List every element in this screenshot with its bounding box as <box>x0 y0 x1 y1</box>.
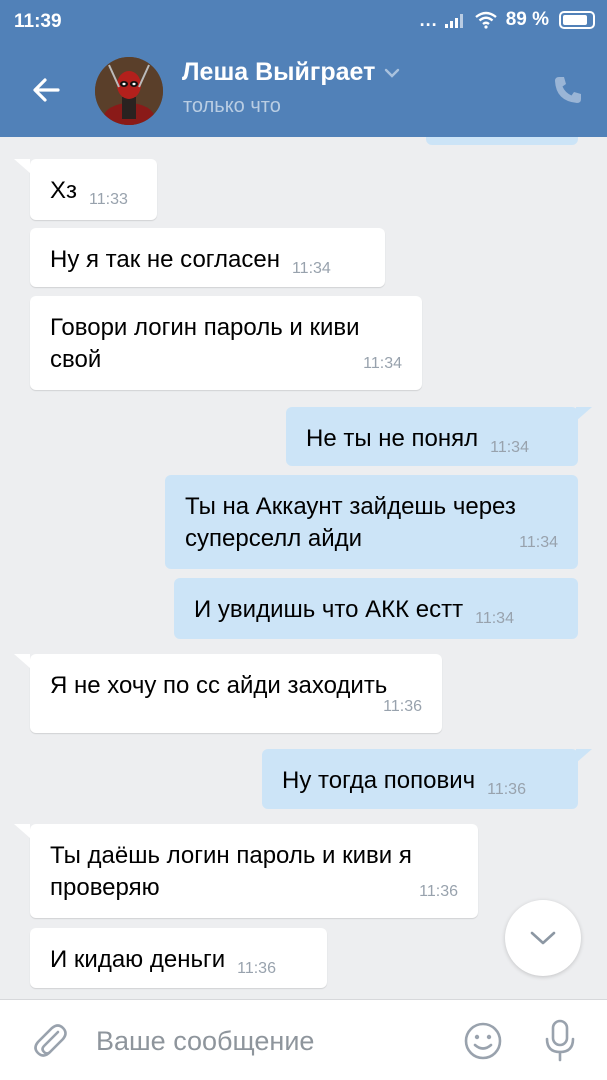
message-time: 11:36 <box>419 883 458 900</box>
status-bar: 11:39 ... 89 % <box>0 0 607 44</box>
message-text: Хз <box>50 177 78 204</box>
arrow-left-icon <box>33 78 60 102</box>
status-dots: ... <box>419 9 438 30</box>
call-button[interactable] <box>548 70 588 110</box>
previous-message-bubble <box>426 137 578 145</box>
bubble-tail <box>14 159 30 173</box>
message-bubble-outgoing[interactable]: Ты на Аккаунт зайдешь через суперселл ай… <box>165 475 578 569</box>
message-composer <box>0 999 607 1080</box>
message-bubble-incoming[interactable]: Ты даёшь логин пароль и киви я проверяю … <box>30 824 478 918</box>
message-bubble-outgoing[interactable]: И увидишь что АКК естт 11:34 <box>174 578 578 639</box>
bubble-tail <box>14 824 30 838</box>
message-time: 11:36 <box>237 960 276 977</box>
message-bubble-incoming[interactable]: Говори логин пароль и киви свой 11:34 <box>30 296 422 390</box>
message-text: Ты на Аккаунт зайдешь через суперселл ай… <box>185 493 516 552</box>
paperclip-icon <box>34 1024 67 1057</box>
message-time: 11:34 <box>519 534 558 551</box>
contact-name[interactable]: Леша Выйграет <box>182 58 401 87</box>
message-bubble-outgoing[interactable]: Ну тогда попович 11:36 <box>262 749 578 809</box>
message-input[interactable] <box>96 1020 436 1062</box>
chat-header: 11:39 ... 89 % Леша Выйграет только что <box>0 0 607 137</box>
bubble-tail <box>576 749 592 763</box>
signal-icon <box>444 14 463 28</box>
message-text: Не ты не понял <box>306 425 479 452</box>
back-button[interactable] <box>26 70 66 110</box>
voice-message-button[interactable] <box>540 1017 580 1065</box>
battery-icon <box>559 11 595 29</box>
message-time: 11:34 <box>363 355 402 372</box>
battery-percent: 89 % <box>505 9 549 30</box>
message-text: Я не хочу по сс айди заходить <box>50 672 388 699</box>
emoji-button[interactable] <box>462 1020 504 1062</box>
message-time: 11:34 <box>475 610 514 627</box>
message-time: 11:34 <box>490 439 529 456</box>
avatar-image <box>95 57 163 125</box>
message-time: 11:33 <box>89 191 128 208</box>
message-time: 11:36 <box>487 781 526 798</box>
status-time: 11:39 <box>14 11 62 32</box>
message-time: 11:34 <box>291 260 331 277</box>
message-bubble-outgoing[interactable]: Не ты не понял 11:34 <box>286 407 578 466</box>
message-bubble-incoming[interactable]: Ну я так не согласен 11:34 <box>30 228 385 287</box>
message-bubble-incoming[interactable]: Хз 11:33 <box>30 159 157 220</box>
attach-button[interactable] <box>28 1020 70 1062</box>
message-text: И кидаю деньги <box>50 946 226 973</box>
scroll-down-button[interactable] <box>505 900 581 976</box>
message-text: Ты даёшь логин пароль и киви я проверяю <box>50 842 412 901</box>
message-text: Ну тогда попович <box>282 767 476 794</box>
message-text: Ну я так не согласен <box>50 246 280 273</box>
contact-name-text: Леша Выйграет <box>182 58 376 86</box>
smiley-icon <box>464 1022 502 1060</box>
message-text: И увидишь что АКК естт <box>194 596 464 623</box>
message-text: Говори логин пароль и киви свой <box>50 314 360 373</box>
chevron-down-icon <box>385 68 400 78</box>
bubble-tail <box>576 407 592 421</box>
avatar[interactable] <box>95 57 163 125</box>
contact-status: только что <box>183 95 281 117</box>
wifi-icon <box>474 11 497 29</box>
message-time: 11:36 <box>383 698 422 715</box>
status-indicators: ... 89 % <box>420 9 595 31</box>
microphone-icon <box>545 1019 575 1062</box>
chevron-down-icon <box>530 931 556 945</box>
message-list[interactable]: Хз 11:33 Ну я так не согласен 11:34 Говори… <box>0 137 607 999</box>
bubble-tail <box>14 654 30 668</box>
message-bubble-incoming[interactable]: Я не хочу по сс айди заходить 11:36 <box>30 654 442 733</box>
phone-icon <box>555 77 581 103</box>
message-bubble-incoming[interactable]: И кидаю деньги 11:36 <box>30 928 327 988</box>
